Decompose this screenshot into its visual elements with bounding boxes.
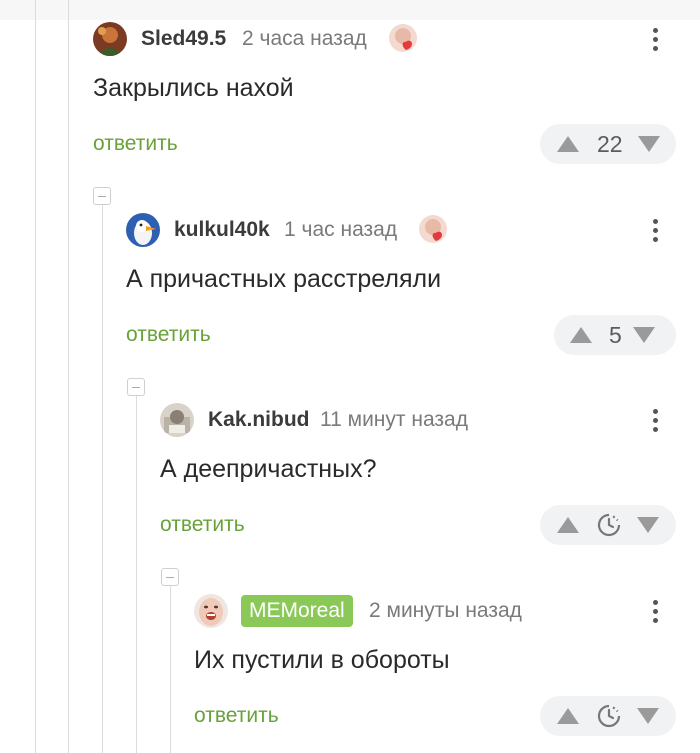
clock-icon: [596, 703, 622, 729]
comment-text: Их пустили в обороты: [194, 646, 450, 674]
clock-icon: [596, 512, 622, 538]
reply-button[interactable]: ответить: [126, 323, 211, 347]
comment-text: А причастных расстреляли: [126, 265, 442, 293]
upvote-arrow-icon[interactable]: [556, 707, 580, 725]
downvote-arrow-icon[interactable]: [632, 326, 656, 344]
heart-face-sticker-icon: [387, 22, 421, 56]
vote-widget: [540, 696, 676, 736]
comment-time[interactable]: 2 минуты назад: [369, 594, 522, 628]
collapse-thread-button[interactable]: [93, 187, 111, 205]
vote-widget: 22: [540, 124, 676, 164]
comment-time[interactable]: 2 часа назад: [242, 22, 367, 56]
vote-count: 5: [609, 321, 622, 348]
upvote-arrow-icon[interactable]: [569, 326, 593, 344]
comment-time[interactable]: 1 час назад: [284, 213, 397, 247]
collapse-thread-button[interactable]: [127, 378, 145, 396]
top-strip: [0, 0, 700, 20]
reply-button[interactable]: ответить: [93, 132, 178, 156]
downvote-arrow-icon[interactable]: [636, 707, 660, 725]
user-avatar[interactable]: [160, 403, 194, 437]
more-options-icon[interactable]: [643, 403, 667, 437]
vote-widget: [540, 505, 676, 545]
comment: Sled49.5 2 часа назад Закрылись нахой от…: [0, 22, 700, 172]
reply-button[interactable]: ответить: [160, 513, 245, 537]
upvote-arrow-icon[interactable]: [556, 135, 580, 153]
comment-text: Закрылись нахой: [93, 74, 294, 102]
comment-author[interactable]: Sled49.5: [141, 22, 226, 56]
more-options-icon[interactable]: [643, 594, 667, 628]
vote-count: 22: [597, 130, 623, 157]
comment: MEMoreal 2 минуты назад Их пустили в обо…: [0, 594, 700, 744]
downvote-arrow-icon[interactable]: [637, 135, 661, 153]
comment-time[interactable]: 11 минут назад: [320, 403, 468, 437]
collapse-thread-button[interactable]: [161, 568, 179, 586]
comment-author[interactable]: Kak.nibud: [208, 403, 310, 437]
upvote-arrow-icon[interactable]: [556, 516, 580, 534]
downvote-arrow-icon[interactable]: [636, 516, 660, 534]
comment: kulkul40k 1 час назад А причастных расст…: [0, 213, 700, 363]
comment-author-badge[interactable]: MEMoreal: [241, 595, 353, 627]
comment: Kak.nibud 11 минут назад А деепричастных…: [0, 403, 700, 553]
face-avatar[interactable]: [194, 594, 228, 628]
heart-face-sticker-icon: [417, 213, 451, 247]
more-options-icon[interactable]: [643, 22, 667, 56]
user-avatar[interactable]: [93, 22, 127, 56]
reply-button[interactable]: ответить: [194, 704, 279, 728]
goose-avatar[interactable]: [126, 213, 160, 247]
comment-author[interactable]: kulkul40k: [174, 213, 270, 247]
comment-text: А деепричастных?: [160, 455, 377, 483]
more-options-icon[interactable]: [643, 213, 667, 247]
vote-widget: 5: [554, 315, 676, 355]
